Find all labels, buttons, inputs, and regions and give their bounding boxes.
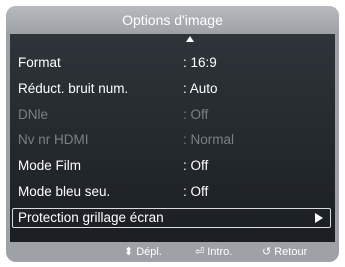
menu-panel: Format : 16:9 Réduct. bruit num. : Auto … bbox=[10, 34, 335, 242]
menu-item-value: : Off bbox=[183, 107, 209, 122]
submenu-arrow-icon bbox=[315, 213, 323, 223]
up-down-arrows-icon: ⬍ bbox=[124, 246, 134, 258]
menu-item-value: : Auto bbox=[183, 81, 218, 96]
picture-options-menu: Options d'image Format : 16:9 Réduct. br… bbox=[6, 6, 339, 262]
back-hint: ↺ Retour bbox=[262, 242, 307, 262]
menu-item-label: Nv nr HDMI bbox=[18, 132, 89, 147]
move-hint: ⬍ Dépl. bbox=[124, 242, 162, 262]
menu-item-label: Mode bleu seu. bbox=[18, 184, 111, 199]
menu-item-value: : 16:9 bbox=[183, 55, 217, 70]
menu-item-label: Protection grillage écran bbox=[18, 210, 164, 225]
move-hint-label: Dépl. bbox=[136, 246, 162, 258]
menu-item-noise-reduction[interactable]: Réduct. bruit num. : Auto bbox=[10, 79, 335, 99]
menu-item-format[interactable]: Format : 16:9 bbox=[10, 53, 335, 73]
enter-hint-label: Intro. bbox=[207, 246, 233, 258]
menu-item-value: : Off bbox=[183, 184, 209, 199]
menu-item-dnie: DNle : Off bbox=[10, 105, 335, 125]
menu-item-blue-only-mode[interactable]: Mode bleu seu. : Off bbox=[10, 182, 335, 202]
menu-title: Options d'image bbox=[6, 6, 339, 34]
menu-item-value: : Off bbox=[183, 158, 209, 173]
menu-item-screen-burn-protection[interactable]: Protection grillage écran bbox=[12, 208, 331, 228]
menu-item-label: DNle bbox=[18, 107, 49, 122]
enter-hint: ⏎ Intro. bbox=[195, 242, 232, 262]
return-icon: ↺ bbox=[262, 246, 272, 258]
menu-item-value: : Normal bbox=[183, 132, 235, 147]
menu-item-hdmi-black-level: Nv nr HDMI : Normal bbox=[10, 130, 335, 150]
menu-item-label: Réduct. bruit num. bbox=[18, 81, 129, 96]
key-guide: ⬍ Dépl. ⏎ Intro. ↺ Retour bbox=[6, 242, 339, 262]
back-hint-label: Retour bbox=[274, 246, 308, 258]
enter-icon: ⏎ bbox=[195, 246, 205, 258]
menu-item-label: Mode Film bbox=[18, 158, 82, 173]
menu-item-film-mode[interactable]: Mode Film : Off bbox=[10, 156, 335, 176]
scroll-up-icon[interactable] bbox=[186, 36, 194, 42]
menu-item-label: Format bbox=[18, 55, 61, 70]
